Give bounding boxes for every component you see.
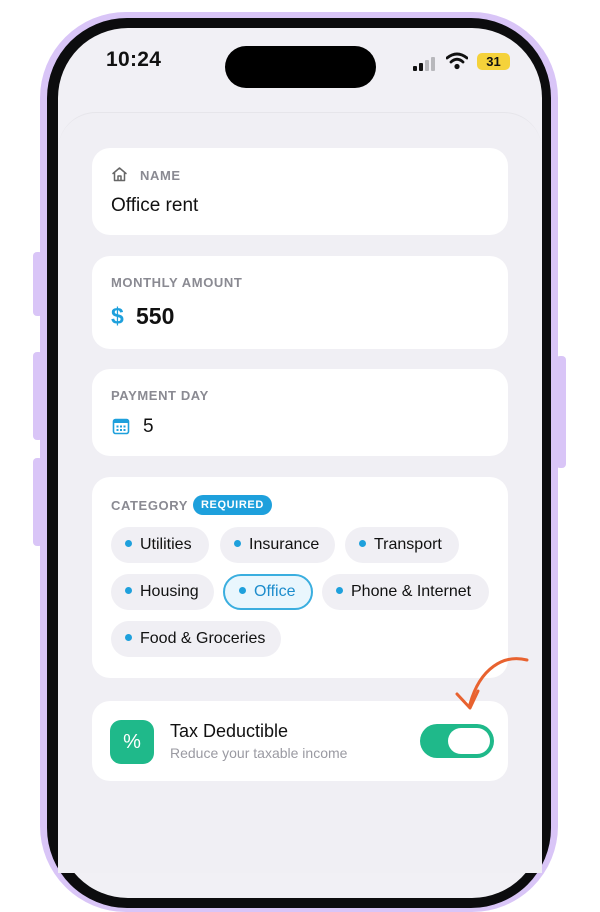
chip-office[interactable]: Office — [223, 574, 313, 610]
percent-icon: % — [110, 720, 154, 764]
tax-deductible-toggle[interactable] — [420, 724, 494, 758]
name-input[interactable]: Office rent — [111, 195, 198, 217]
bullet-dot-icon — [125, 540, 132, 548]
chip-label: Housing — [140, 583, 199, 600]
chip-phone-internet[interactable]: Phone & Internet — [322, 574, 489, 610]
bullet-dot-icon — [125, 587, 132, 595]
chip-insurance[interactable]: Insurance — [220, 527, 335, 563]
volume-up-button — [33, 352, 43, 440]
cellular-signal-icon — [413, 55, 437, 71]
volume-down-button — [33, 458, 43, 546]
action-button — [33, 252, 43, 316]
arrow-annotation-icon — [455, 657, 529, 710]
chip-transport[interactable]: Transport — [345, 527, 459, 563]
tax-subtitle: Reduce your taxable income — [170, 745, 348, 761]
bullet-dot-icon — [125, 634, 132, 642]
toggle-knob — [448, 728, 490, 754]
chip-label: Insurance — [249, 536, 320, 553]
power-button — [556, 356, 566, 468]
payment-day-input[interactable]: 5 — [143, 416, 154, 438]
wifi-icon — [446, 52, 468, 70]
currency-symbol: $ — [111, 303, 124, 329]
payment-day-label: PAYMENT DAY — [111, 388, 209, 403]
calendar-icon — [112, 418, 130, 435]
dynamic-island — [225, 46, 376, 88]
payment-day-card[interactable] — [92, 369, 508, 456]
amount-input[interactable]: 550 — [136, 303, 174, 330]
chip-housing[interactable]: Housing — [111, 574, 214, 610]
required-badge: REQUIRED — [193, 495, 272, 515]
bullet-dot-icon — [336, 587, 343, 595]
bullet-dot-icon — [234, 540, 241, 548]
chip-label: Transport — [374, 536, 442, 553]
chip-label: Food & Groceries — [140, 630, 266, 647]
amount-label: MONTHLY AMOUNT — [111, 275, 243, 290]
bullet-dot-icon — [359, 540, 366, 548]
chip-utilities[interactable]: Utilities — [111, 527, 209, 563]
home-icon — [112, 167, 127, 182]
bullet-dot-icon — [239, 587, 246, 595]
chip-label: Utilities — [140, 536, 192, 553]
chip-label: Phone & Internet — [351, 583, 472, 600]
battery-indicator: 31 — [477, 53, 510, 70]
category-label: CATEGORY — [111, 498, 189, 513]
name-label: NAME — [140, 168, 181, 183]
chip-food-groceries[interactable]: Food & Groceries — [111, 621, 281, 657]
chip-label: Office — [254, 583, 296, 600]
status-time: 10:24 — [106, 48, 162, 71]
name-card[interactable] — [92, 148, 508, 235]
tax-title: Tax Deductible — [170, 721, 289, 741]
